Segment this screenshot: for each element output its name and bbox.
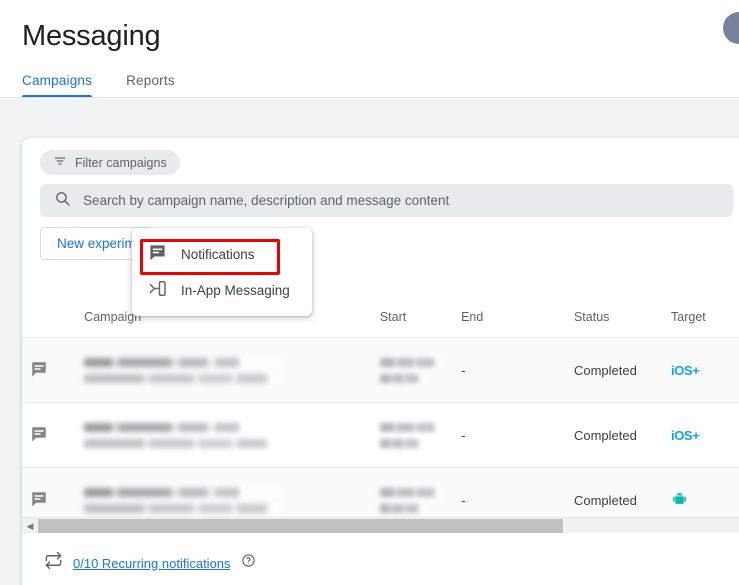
campaign-message-icon xyxy=(30,360,68,381)
actions-row: New experim xyxy=(22,217,739,260)
repeat-icon xyxy=(44,551,63,575)
campaign-description xyxy=(84,438,283,448)
menu-item-in-app-messaging[interactable]: In-App Messaging xyxy=(132,272,312,308)
col-target-header[interactable]: Target xyxy=(663,286,739,338)
row-target-cell: iOS+ xyxy=(663,337,739,403)
start-date xyxy=(379,357,446,367)
filter-row: Filter campaigns xyxy=(22,138,739,175)
campaign-description xyxy=(84,503,283,513)
row-start-cell xyxy=(371,337,454,403)
horizontal-scrollbar[interactable]: ◀ xyxy=(22,517,739,533)
page-header: Messaging Campaigns Reports xyxy=(0,0,739,99)
col-start-header[interactable]: Start xyxy=(371,286,454,338)
menu-item-in-app-messaging-label: In-App Messaging xyxy=(181,282,290,298)
start-date xyxy=(379,487,446,497)
table-body: - Completed iOS+ - Completed iOS+ - Comp… xyxy=(22,337,739,533)
table-header: Campaign Start End Status Target Last Up… xyxy=(22,286,739,338)
row-spacer-cell xyxy=(290,402,372,468)
row-spacer-cell xyxy=(290,337,372,403)
campaigns-table: Campaign Start End Status Target Last Up… xyxy=(22,286,739,533)
in-app-messaging-icon xyxy=(148,279,167,301)
help-circle-icon[interactable] xyxy=(241,553,256,573)
search-icon xyxy=(54,190,71,212)
campaign-name xyxy=(84,487,283,497)
tab-campaigns-label: Campaigns xyxy=(22,73,93,88)
new-campaign-dropdown-menu[interactable]: Notifications In-App Messaging xyxy=(132,228,312,316)
col-icon-header xyxy=(22,286,77,338)
row-target-cell: iOS+ xyxy=(663,402,739,468)
row-end-cell: - xyxy=(453,337,566,403)
menu-item-notifications[interactable]: Notifications xyxy=(132,236,312,272)
start-time xyxy=(379,438,426,448)
row-start-cell xyxy=(371,402,454,468)
scroll-left-arrow[interactable]: ◀ xyxy=(22,518,38,534)
row-campaign-cell[interactable] xyxy=(76,337,291,403)
table-header-row: Campaign Start End Status Target Last Up… xyxy=(22,286,739,338)
menu-item-notifications-label: Notifications xyxy=(181,246,255,262)
row-end-cell: - xyxy=(453,402,566,468)
tab-reports-label: Reports xyxy=(126,73,175,88)
filter-campaigns-label: Filter campaigns xyxy=(75,155,167,170)
row-status-cell: Completed xyxy=(565,402,663,468)
search-row xyxy=(22,175,739,217)
campaign-message-icon xyxy=(30,425,68,446)
recurring-notifications-link[interactable]: 0/10 Recurring notifications xyxy=(73,556,231,571)
campaign-description xyxy=(84,373,283,383)
ios-platform-badge: iOS+ xyxy=(671,427,700,443)
card-footer: 0/10 Recurring notifications xyxy=(22,533,739,585)
tab-campaigns[interactable]: Campaigns xyxy=(22,73,110,98)
ios-platform-badge: iOS+ xyxy=(671,362,700,378)
page-title: Messaging xyxy=(22,20,161,52)
campaign-message-icon xyxy=(30,490,68,511)
search-box[interactable] xyxy=(40,184,733,217)
filter-icon xyxy=(53,154,67,171)
col-end-header[interactable]: End xyxy=(453,286,566,338)
scrollbar-thumb[interactable] xyxy=(38,518,563,533)
start-time xyxy=(379,503,426,513)
campaign-name xyxy=(84,357,283,367)
android-platform-icon xyxy=(671,492,688,510)
row-campaign-cell[interactable] xyxy=(76,402,291,468)
search-input[interactable] xyxy=(83,193,719,208)
start-time xyxy=(379,373,426,383)
start-date xyxy=(379,422,446,432)
row-status-cell: Completed xyxy=(565,337,663,403)
col-status-header[interactable]: Status xyxy=(565,286,663,338)
row-icon-cell xyxy=(22,337,77,403)
row-icon-cell xyxy=(22,402,77,468)
table-row[interactable]: - Completed iOS+ xyxy=(22,402,739,468)
filter-campaigns-chip[interactable]: Filter campaigns xyxy=(40,150,180,175)
notification-chat-icon xyxy=(148,243,167,265)
tab-bar: Campaigns Reports xyxy=(0,73,739,98)
tab-reports[interactable]: Reports xyxy=(110,73,191,98)
campaign-name xyxy=(84,422,283,432)
campaigns-card: Filter campaigns New experim Campaign xyxy=(22,138,739,585)
table-row[interactable]: - Completed iOS+ xyxy=(22,337,739,403)
